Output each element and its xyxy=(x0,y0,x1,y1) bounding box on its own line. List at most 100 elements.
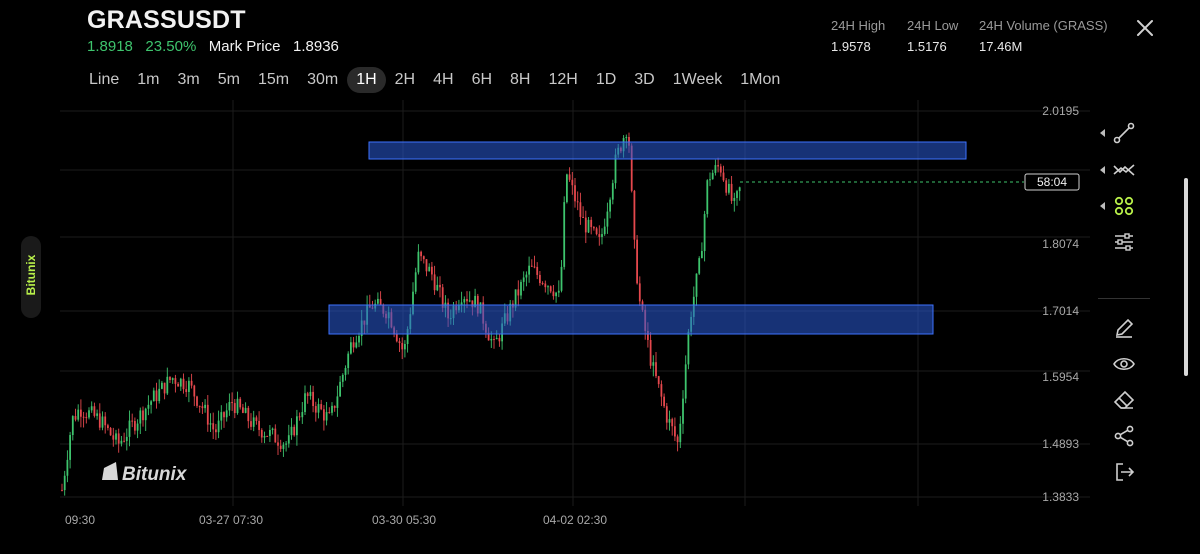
candle-body xyxy=(247,407,250,422)
candle-body xyxy=(590,219,593,228)
eraser-icon[interactable] xyxy=(1112,388,1136,412)
candle-body xyxy=(277,442,279,446)
share-icon[interactable] xyxy=(1112,424,1136,448)
candle-body xyxy=(379,298,382,305)
price-axis-label: 1.3833 xyxy=(1042,490,1079,504)
candle-body xyxy=(555,292,557,297)
candle-body xyxy=(728,183,730,193)
candle-body xyxy=(350,342,352,354)
candle-body xyxy=(306,393,309,397)
candle-body xyxy=(323,409,325,421)
candle-body xyxy=(395,333,398,342)
candle-body xyxy=(274,428,277,443)
candle-body xyxy=(69,435,71,460)
candle-body xyxy=(325,412,328,421)
candle-body xyxy=(493,338,495,340)
candle-body xyxy=(174,378,177,384)
candle-body xyxy=(625,137,628,139)
candle-body xyxy=(463,299,466,303)
candle-body xyxy=(725,180,728,193)
interval-line[interactable]: Line xyxy=(80,67,128,93)
trend-line-icon[interactable] xyxy=(1112,121,1136,145)
candle-body xyxy=(301,412,304,418)
candle-body xyxy=(571,179,574,186)
candle-body xyxy=(344,368,347,375)
candle-body xyxy=(320,404,323,410)
interval-1m[interactable]: 1m xyxy=(128,67,168,93)
candle-body xyxy=(171,378,174,380)
candle-body xyxy=(711,172,714,180)
pattern-tool-icon[interactable] xyxy=(1112,194,1136,218)
candle-body xyxy=(139,410,142,424)
candle-body xyxy=(665,406,668,423)
candle-body xyxy=(568,174,571,180)
interval-1mon[interactable]: 1Mon xyxy=(731,67,789,93)
indicator-settings-icon[interactable] xyxy=(1112,230,1136,254)
candle-body xyxy=(339,381,341,397)
multi-line-icon[interactable] xyxy=(1112,158,1136,182)
interval-selector: Line 1m 3m 5m 15m 30m 1H 2H 4H 6H 8H 12H 1D 3D 1Week 1M… xyxy=(80,66,789,94)
interval-12h[interactable]: 12H xyxy=(539,67,586,93)
candle-body xyxy=(304,393,306,413)
candle-body xyxy=(236,398,239,414)
candle-body xyxy=(314,406,317,413)
candle-body xyxy=(336,396,339,408)
candle-body xyxy=(271,428,274,431)
interval-1week[interactable]: 1Week xyxy=(664,67,732,93)
candle-body xyxy=(414,272,417,292)
candle-body xyxy=(309,391,312,397)
candle-body xyxy=(98,413,101,428)
time-axis-label: 09:30 xyxy=(65,513,95,527)
interval-4h[interactable]: 4H xyxy=(424,67,462,93)
pencil-icon[interactable] xyxy=(1112,316,1136,340)
candlestick-chart[interactable]: 2.0195 1.8074 1.7014 1.5954 1.4893 1.3833 09:3… xyxy=(0,100,1090,554)
stat-24h-volume: 24H Volume (GRASS) 17.46M xyxy=(979,18,1108,54)
candle-body xyxy=(576,201,579,203)
chart-header: GRASSUSDT 1.8918 23.50% Mark Price 1.893… xyxy=(0,0,1200,100)
candle-body xyxy=(239,398,242,408)
candle-body xyxy=(109,427,112,436)
interval-8h[interactable]: 8H xyxy=(501,67,539,93)
candle-body xyxy=(574,185,576,202)
interval-6h[interactable]: 6H xyxy=(463,67,501,93)
eye-icon[interactable] xyxy=(1112,352,1136,376)
candle-body xyxy=(182,378,185,390)
candle-body xyxy=(252,417,255,427)
candle-body xyxy=(520,281,522,296)
interval-30m[interactable]: 30m xyxy=(298,67,347,93)
candle-body xyxy=(233,403,236,414)
interval-2h[interactable]: 2H xyxy=(386,67,424,93)
expand-arrow-icon[interactable] xyxy=(1100,129,1105,137)
candle-body xyxy=(212,423,215,430)
symbol-title[interactable]: GRASSUSDT xyxy=(87,6,246,35)
candle-body xyxy=(223,412,225,418)
time-axis-label: 03-27 07:30 xyxy=(199,513,263,527)
interval-3m[interactable]: 3m xyxy=(168,67,208,93)
candle-body xyxy=(317,404,320,413)
close-icon[interactable] xyxy=(1134,17,1156,39)
candle-body xyxy=(88,410,90,418)
expand-arrow-icon[interactable] xyxy=(1100,202,1105,210)
interval-15m[interactable]: 15m xyxy=(249,67,298,93)
candle-body xyxy=(142,410,144,421)
interval-1d[interactable]: 1D xyxy=(587,67,625,93)
price-row: 1.8918 23.50% Mark Price 1.8936 xyxy=(87,38,339,55)
bitunix-side-tab[interactable]: Bitunix xyxy=(21,236,41,318)
candle-body xyxy=(136,423,139,431)
candle-body xyxy=(150,401,152,405)
interval-1h[interactable]: 1H xyxy=(347,67,386,93)
candle-body xyxy=(714,165,717,173)
candle-body xyxy=(215,429,217,433)
candle-body xyxy=(660,384,663,397)
interval-3d[interactable]: 3D xyxy=(625,67,663,93)
interval-5m[interactable]: 5m xyxy=(209,67,249,93)
candle-body xyxy=(439,284,441,288)
candle-body xyxy=(90,406,93,411)
candle-body xyxy=(671,419,674,427)
price-axis-label: 2.0195 xyxy=(1042,104,1079,118)
expand-arrow-icon[interactable] xyxy=(1100,166,1105,174)
exit-icon[interactable] xyxy=(1112,460,1136,484)
candle-body xyxy=(112,435,115,440)
scrollbar[interactable] xyxy=(1184,178,1188,376)
candle-body xyxy=(188,380,190,392)
